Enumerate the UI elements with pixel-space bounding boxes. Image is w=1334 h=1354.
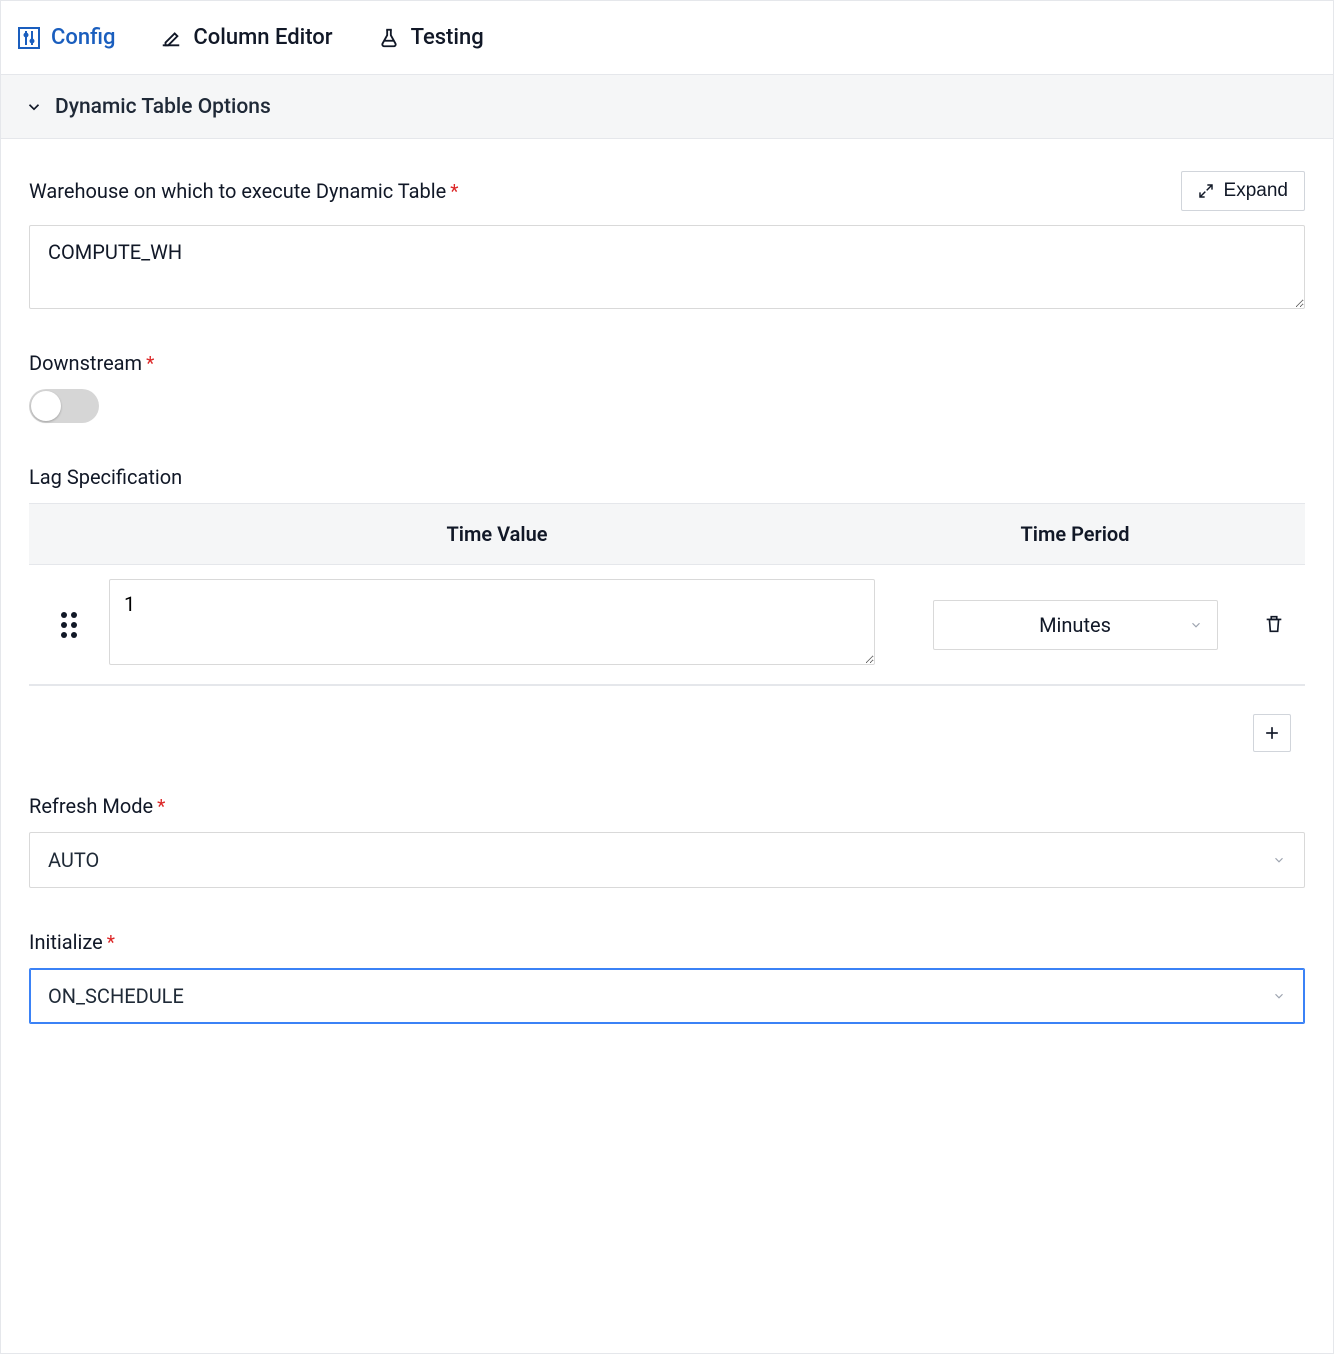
lag-table: Time Value Time Period Mi	[29, 503, 1305, 686]
initialize-label: Initialize	[29, 930, 103, 954]
expand-button-label: Expand	[1224, 180, 1288, 202]
required-asterisk: *	[157, 795, 165, 818]
initialize-select[interactable]: ON_SCHEDULE	[29, 968, 1305, 1024]
tab-column-editor-label: Column Editor	[193, 25, 332, 50]
section-title: Dynamic Table Options	[55, 95, 271, 119]
warehouse-label: Warehouse on which to execute Dynamic Ta…	[29, 179, 446, 203]
tab-config-label: Config	[51, 25, 115, 50]
time-period-value: Minutes	[1039, 613, 1111, 637]
downstream-field: Downstream*	[29, 351, 1305, 423]
tab-testing[interactable]: Testing	[377, 1, 484, 74]
warehouse-textarea[interactable]	[29, 225, 1305, 309]
tab-config[interactable]: Config	[17, 1, 115, 74]
required-asterisk: *	[107, 931, 115, 954]
toggle-knob	[31, 391, 61, 421]
chevron-down-icon	[25, 98, 43, 116]
downstream-label: Downstream	[29, 351, 142, 375]
tab-testing-label: Testing	[411, 25, 484, 50]
initialize-value: ON_SCHEDULE	[48, 984, 184, 1008]
lag-field: Lag Specification Time Value Time Period	[29, 465, 1305, 752]
lag-header-time-period: Time Period	[905, 504, 1245, 564]
lag-table-header: Time Value Time Period	[29, 504, 1305, 565]
required-asterisk: *	[146, 352, 154, 375]
refresh-mode-label: Refresh Mode	[29, 794, 153, 818]
add-row-button[interactable]	[1253, 714, 1291, 752]
drag-handle-icon[interactable]	[61, 612, 77, 638]
tab-column-editor[interactable]: Column Editor	[159, 1, 332, 74]
refresh-mode-field: Refresh Mode* AUTO	[29, 794, 1305, 888]
config-panel: Config Column Editor Testing Dynamic Tab…	[0, 0, 1334, 1354]
chevron-down-icon	[1189, 618, 1203, 632]
refresh-mode-select[interactable]: AUTO	[29, 832, 1305, 888]
expand-button[interactable]: Expand	[1181, 171, 1305, 211]
time-period-select[interactable]: Minutes	[933, 600, 1218, 650]
delete-row-button[interactable]	[1263, 613, 1287, 637]
lag-header-time-value: Time Value	[89, 504, 905, 564]
expand-icon	[1198, 183, 1214, 199]
pencil-icon	[159, 26, 183, 50]
time-value-input[interactable]	[109, 579, 875, 665]
chevron-down-icon	[1272, 989, 1286, 1003]
refresh-mode-value: AUTO	[48, 848, 99, 872]
sliders-icon	[17, 26, 41, 50]
lag-label: Lag Specification	[29, 465, 1305, 489]
flask-icon	[377, 26, 401, 50]
chevron-down-icon	[1272, 853, 1286, 867]
lag-row: Minutes	[29, 565, 1305, 685]
tabs-bar: Config Column Editor Testing	[1, 1, 1333, 75]
warehouse-field: Warehouse on which to execute Dynamic Ta…	[29, 171, 1305, 309]
initialize-field: Initialize* ON_SCHEDULE	[29, 930, 1305, 1024]
downstream-toggle[interactable]	[29, 389, 99, 423]
required-asterisk: *	[450, 180, 458, 203]
section-header[interactable]: Dynamic Table Options	[1, 75, 1333, 139]
